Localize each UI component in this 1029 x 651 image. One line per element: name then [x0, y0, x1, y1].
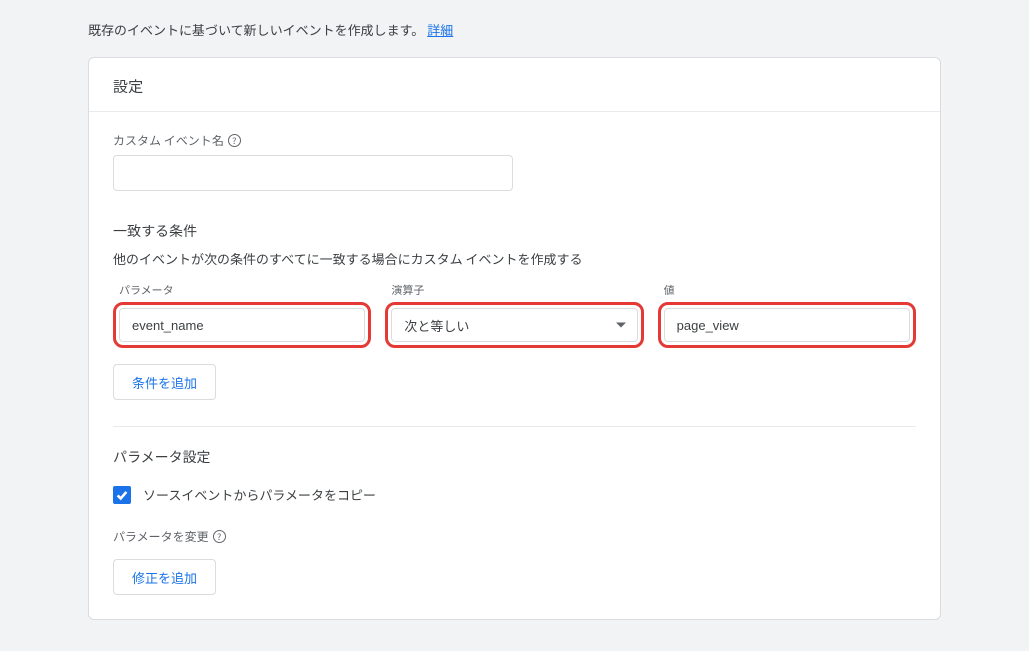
modify-params-label: パラメータを変更 ?: [113, 528, 916, 545]
intro-text: 既存のイベントに基づいて新しいイベントを作成します。 詳細: [88, 20, 1029, 39]
operator-column: 演算子: [385, 282, 643, 348]
card-header: 設定: [89, 58, 940, 112]
conditions-desc: 他のイベントが次の条件のすべてに一致する場合にカスタム イベントを作成する: [113, 249, 916, 268]
condition-row: パラメータ 演算子 値: [113, 282, 916, 348]
operator-select[interactable]: [391, 308, 637, 342]
operator-label: 演算子: [385, 282, 643, 298]
help-icon[interactable]: ?: [213, 530, 226, 543]
custom-event-name-section: カスタム イベント名 ?: [113, 132, 916, 191]
param-settings-title: パラメータ設定: [113, 447, 916, 467]
add-modification-button[interactable]: 修正を追加: [113, 559, 216, 595]
custom-event-name-label-text: カスタム イベント名: [113, 132, 224, 149]
help-icon[interactable]: ?: [228, 134, 241, 147]
checkmark-icon: [115, 488, 129, 502]
custom-event-name-label: カスタム イベント名 ?: [113, 132, 916, 149]
parameter-column: パラメータ: [113, 282, 371, 348]
modify-params-label-text: パラメータを変更: [113, 528, 209, 545]
conditions-title: 一致する条件: [113, 221, 916, 241]
intro-description: 既存のイベントに基づいて新しいイベントを作成します。: [88, 20, 424, 39]
custom-event-name-input[interactable]: [113, 155, 513, 191]
learn-more-link[interactable]: 詳細: [427, 20, 453, 39]
parameter-highlight: [113, 302, 371, 348]
parameter-input[interactable]: [119, 308, 365, 342]
add-condition-button[interactable]: 条件を追加: [113, 364, 216, 400]
operator-select-wrapper[interactable]: [391, 308, 637, 342]
value-highlight: [658, 302, 916, 348]
parameter-settings-section: パラメータ設定 ソースイベントからパラメータをコピー パラメータを変更 ? 修正…: [113, 427, 916, 595]
copy-params-row: ソースイベントからパラメータをコピー: [113, 485, 916, 504]
operator-highlight: [385, 302, 643, 348]
parameter-label: パラメータ: [113, 282, 371, 298]
value-label: 値: [658, 282, 916, 298]
copy-params-checkbox[interactable]: [113, 486, 131, 504]
copy-params-label: ソースイベントからパラメータをコピー: [143, 485, 376, 504]
card-body: カスタム イベント名 ? 一致する条件 他のイベントが次の条件のすべてに一致する…: [89, 112, 940, 619]
value-input[interactable]: [664, 308, 910, 342]
value-column: 値: [658, 282, 916, 348]
settings-card: 設定 カスタム イベント名 ? 一致する条件 他のイベントが次の条件のすべてに一…: [88, 57, 941, 620]
